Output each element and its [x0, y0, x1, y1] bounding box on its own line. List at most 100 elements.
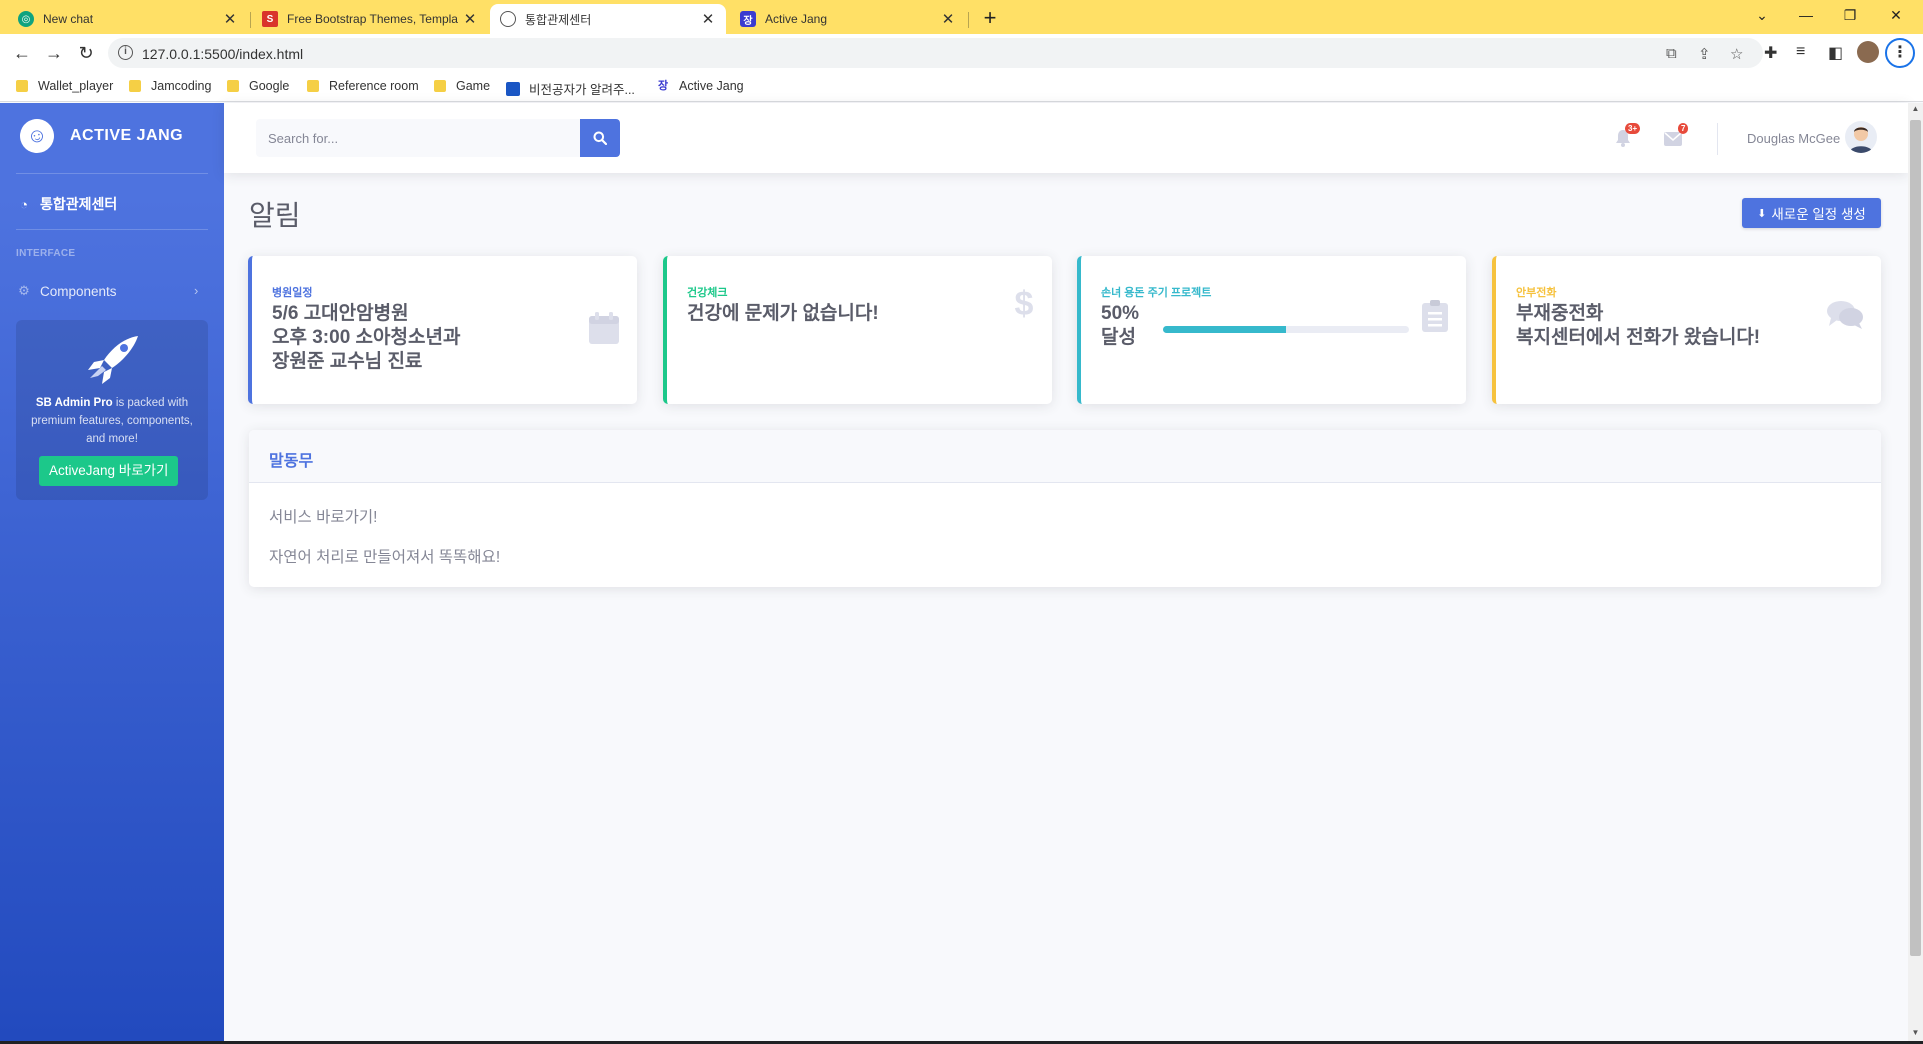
topbar: 3+ 7 Douglas McGee [224, 103, 1908, 173]
bookmark-item[interactable]: Google [227, 79, 289, 93]
card-value: 부재중전화 복지센터에서 전화가 왔습니다! [1516, 302, 1760, 350]
sidebar: ☺ ACTIVE JANG ◔ 통합관제센터 INTERFACE ⚙ Compo… [0, 103, 224, 1041]
page-scrollbar-thumb[interactable] [1910, 120, 1921, 956]
card-value-line: 복지센터에서 전화가 왔습니다! [1516, 327, 1761, 348]
close-tab-icon[interactable]: ✕ [222, 10, 238, 28]
folder-icon [129, 80, 141, 92]
back-icon[interactable]: ← [8, 39, 36, 67]
svg-text:$: $ [1015, 286, 1034, 320]
sidebar-item-label: 통합관제센터 [40, 196, 118, 212]
bookmark-item[interactable]: Wallet_player [16, 79, 113, 93]
chatgpt-icon: ◎ [18, 11, 34, 27]
close-tab-icon[interactable]: ✕ [940, 10, 956, 28]
card-value-line: 달성 [1101, 327, 1136, 348]
card-label: 안부전화 [1516, 287, 1557, 299]
search-input[interactable] [256, 119, 580, 157]
tab-title: 통합관제센터 [525, 12, 592, 27]
bookmarks-bar: Wallet_player Jamcoding Google Reference… [0, 72, 1923, 102]
scroll-down-arrow[interactable]: ▼ [1910, 1028, 1921, 1037]
close-tab-icon[interactable]: ✕ [700, 10, 716, 28]
browser-tab-active[interactable]: 통합관제센터 ✕ [490, 4, 726, 34]
folder-icon [307, 80, 319, 92]
progress-fill [1163, 326, 1286, 333]
bookmark-item[interactable]: Jamcoding [129, 79, 211, 93]
site-info-icon[interactable]: i [118, 45, 133, 60]
active-jang-icon: 장 [740, 11, 756, 27]
sidebar-promo-card: SB Admin Pro is packed with premium feat… [16, 320, 208, 500]
profile-avatar[interactable] [1857, 41, 1879, 63]
bookmark-star-icon[interactable]: ☆ [1730, 45, 1743, 63]
tab-search-icon[interactable]: ⌄ [1742, 0, 1782, 30]
activejang-link-button[interactable]: ActiveJang 바로가기 [39, 456, 179, 486]
new-tab-button[interactable]: + [976, 4, 1004, 32]
browser-tab[interactable]: 장 Active Jang ✕ [730, 4, 966, 34]
bookmark-item[interactable]: 비전공자가 알려주... [506, 79, 635, 98]
download-icon: ⬇ [1757, 207, 1767, 220]
share-icon[interactable]: ⇪ [1698, 45, 1711, 63]
promo-product-name: SB Admin Pro [35, 397, 113, 409]
card-value-line: 부재중전화 [1516, 303, 1604, 324]
dollar-icon: $ [1015, 286, 1034, 320]
close-tab-icon[interactable]: ✕ [462, 10, 478, 28]
bookmark-label: Reference room [329, 79, 419, 93]
bookmark-item[interactable]: Game [434, 79, 490, 93]
card-value: 50% 달성 [1101, 302, 1139, 350]
create-schedule-button[interactable]: ⬇ 새로운 일정 생성 [1742, 198, 1881, 228]
tab-title: Active Jang [765, 12, 828, 26]
sidebar-item-dashboard[interactable]: ◔ 통합관제센터 [16, 194, 117, 214]
browser-menu-icon[interactable]: ⋮ [1885, 38, 1915, 68]
folder-icon [227, 80, 239, 92]
reload-icon[interactable]: ↻ [72, 39, 100, 67]
card-label: 손녀 용돈 주기 프로젝트 [1101, 287, 1212, 299]
card-value: 건강에 문제가 없습니다! [687, 303, 879, 324]
restore-button[interactable]: ❐ [1830, 0, 1870, 30]
user-avatar[interactable] [1845, 121, 1877, 153]
scroll-up-arrow[interactable]: ▲ [1910, 104, 1921, 113]
allowance-project-card: 손녀 용돈 주기 프로젝트 50% 달성 [1077, 256, 1466, 404]
calendar-icon [589, 312, 619, 344]
create-schedule-label: 새로운 일정 생성 [1771, 207, 1866, 222]
book-icon [506, 81, 520, 96]
messages-dropdown[interactable]: 7 [1664, 123, 1689, 147]
browser-tab-strip: ◎ New chat ✕ S Free Bootstrap Themes, Te… [0, 0, 1923, 34]
card-value-line: 오후 3:00 소아청소년과 [272, 327, 461, 348]
side-panel-icon[interactable]: ◧ [1828, 43, 1843, 63]
health-check-card: 건강체크 건강에 문제가 없습니다! $ [663, 256, 1052, 404]
card-value: 5/6 고대안암병원 오후 3:00 소아청소년과 장원준 교수님 진료 [272, 302, 460, 374]
comments-icon [1827, 301, 1863, 329]
sidebar-divider [16, 173, 208, 174]
sidebar-item-components[interactable]: ⚙ Components [16, 283, 116, 299]
close-window-button[interactable]: ✕ [1876, 0, 1916, 30]
search-group [256, 119, 620, 157]
hospital-schedule-card: 병원일정 5/6 고대안암병원 오후 3:00 소아청소년과 장원준 교수님 진… [248, 256, 637, 404]
card-value-line: 장원준 교수님 진료 [272, 351, 423, 372]
extensions-icon[interactable]: ✚ [1764, 43, 1777, 63]
search-button[interactable] [580, 119, 620, 157]
bookmark-label: 비전공자가 알려주... [529, 83, 635, 97]
forward-icon[interactable]: → [40, 39, 68, 67]
bookmark-label: Wallet_player [38, 79, 114, 93]
bookmark-label: Game [456, 79, 491, 93]
bookmark-item[interactable]: Reference room [307, 79, 419, 93]
alerts-dropdown[interactable]: 3+ [1615, 123, 1641, 147]
minimize-button[interactable]: — [1786, 0, 1826, 30]
bookmark-item[interactable]: 장 Active Jang [656, 79, 744, 93]
rocket-icon [88, 336, 138, 384]
sidebar-brand[interactable]: ☺ ACTIVE JANG [16, 115, 183, 157]
laugh-wink-icon: ☺ [16, 115, 58, 157]
browser-tab[interactable]: S Free Bootstrap Themes, Templa ✕ [252, 4, 488, 34]
browser-tab[interactable]: ◎ New chat ✕ [8, 4, 248, 34]
chat-companion-panel: 말동무 서비스 바로가기! 자연어 처리로 만들어져서 똑똑해요! [249, 430, 1881, 587]
folder-icon [16, 80, 28, 92]
reading-list-icon[interactable]: ≡ [1796, 43, 1805, 61]
active-jang-icon: 장 [657, 80, 669, 92]
service-link[interactable]: 서비스 바로가기! [269, 505, 377, 527]
address-bar[interactable]: i 127.0.0.1:5500/index.html ⧉ ⇪ ☆ [108, 38, 1763, 68]
sidebar-heading: INTERFACE [16, 248, 76, 259]
chevron-right-icon[interactable]: › [194, 283, 198, 298]
user-name[interactable]: Douglas McGee [1747, 131, 1840, 146]
user-avatar-icon [1849, 127, 1873, 153]
sidebar-divider [16, 229, 208, 230]
translate-icon[interactable]: ⧉ [1666, 45, 1677, 62]
greeting-call-card: 안부전화 부재중전화 복지센터에서 전화가 왔습니다! [1492, 256, 1881, 404]
